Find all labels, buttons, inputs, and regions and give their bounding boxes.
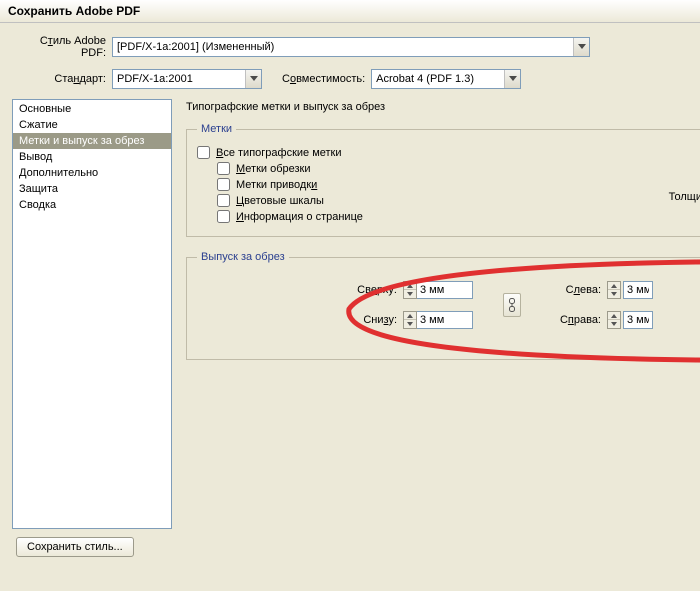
compat-dropdown[interactable]: Acrobat 4 (PDF 1.3) (371, 69, 521, 89)
bleed-top-spinner[interactable] (403, 281, 473, 299)
sidebar-item-general[interactable]: Основные (13, 101, 171, 117)
sidebar-item-summary[interactable]: Сводка (13, 197, 171, 213)
sidebar-item-output[interactable]: Вывод (13, 149, 171, 165)
link-values-button[interactable] (503, 293, 521, 317)
standard-value: PDF/X-1a:2001 (117, 73, 245, 85)
color-bars-label: Цветовые шкалы (236, 195, 324, 207)
stepper-buttons[interactable] (403, 311, 417, 329)
sidebar-item-security[interactable]: Защита (13, 181, 171, 197)
chevron-down-icon[interactable] (608, 320, 620, 328)
category-list: Основные Сжатие Метки и выпуск за обрез … (12, 99, 172, 529)
compat-value: Acrobat 4 (PDF 1.3) (376, 73, 504, 85)
bleed-left-label: Слева: (551, 284, 601, 296)
chevron-up-icon[interactable] (404, 282, 416, 290)
color-bars-checkbox[interactable] (217, 194, 230, 207)
save-style-button[interactable]: Сохранить стиль... (16, 537, 134, 557)
chevron-down-icon[interactable] (608, 290, 620, 298)
bleed-right-label: Справа: (551, 314, 601, 326)
all-marks-label: Все типографские метки (216, 147, 342, 159)
page-info-label: Информация о странице (236, 211, 363, 223)
preset-value: [PDF/X-1a:2001] (Измененный) (117, 41, 573, 53)
bleed-bottom-label: Снизу: (347, 314, 397, 326)
chevron-down-icon[interactable] (573, 38, 589, 56)
bleed-left-spinner[interactable] (607, 281, 653, 299)
registration-marks-label: Метки приводки (236, 179, 317, 191)
standard-label: Стандарт: (12, 73, 106, 85)
trim-marks-label: Метки обрезки (236, 163, 311, 175)
bleed-bottom-input[interactable] (417, 311, 473, 329)
bleed-right-spinner[interactable] (607, 311, 653, 329)
link-icon (508, 298, 516, 312)
bleed-left-input[interactable] (623, 281, 653, 299)
chevron-down-icon[interactable] (245, 70, 261, 88)
bleed-top-label: Сверху: (347, 284, 397, 296)
bleed-bottom-spinner[interactable] (403, 311, 473, 329)
registration-marks-checkbox[interactable] (217, 178, 230, 191)
chevron-up-icon[interactable] (608, 312, 620, 320)
sidebar-item-compression[interactable]: Сжатие (13, 117, 171, 133)
standard-dropdown[interactable]: PDF/X-1a:2001 (112, 69, 262, 89)
sidebar-item-advanced[interactable]: Дополнительно (13, 165, 171, 181)
marks-legend: Метки (197, 123, 236, 135)
preset-label: Стиль Adobe PDF: (12, 35, 106, 59)
bleed-legend: Выпуск за обрез (197, 251, 289, 263)
trim-marks-checkbox[interactable] (217, 162, 230, 175)
weight-label-partial: Толщи (669, 191, 700, 203)
sidebar-item-marks-bleed[interactable]: Метки и выпуск за обрез (13, 133, 171, 149)
bleed-right-input[interactable] (623, 311, 653, 329)
window-title: Сохранить Adobe PDF (0, 0, 700, 23)
preset-dropdown[interactable]: [PDF/X-1a:2001] (Измененный) (112, 37, 590, 57)
compat-label: Совместимость: (282, 73, 365, 85)
chevron-up-icon[interactable] (404, 312, 416, 320)
panel-title: Типографские метки и выпуск за обрез (186, 101, 700, 113)
all-marks-row: Все типографские метки (197, 146, 690, 159)
stepper-buttons[interactable] (607, 311, 621, 329)
chevron-down-icon[interactable] (404, 320, 416, 328)
bleed-top-input[interactable] (417, 281, 473, 299)
stepper-buttons[interactable] (607, 281, 621, 299)
chevron-down-icon[interactable] (504, 70, 520, 88)
chevron-down-icon[interactable] (404, 290, 416, 298)
all-marks-checkbox[interactable] (197, 146, 210, 159)
stepper-buttons[interactable] (403, 281, 417, 299)
marks-group: Метки Все типографские метки Метки обрез… (186, 123, 700, 237)
chevron-up-icon[interactable] (608, 282, 620, 290)
bleed-group: Выпуск за обрез Сверху: (186, 251, 700, 360)
page-info-checkbox[interactable] (217, 210, 230, 223)
